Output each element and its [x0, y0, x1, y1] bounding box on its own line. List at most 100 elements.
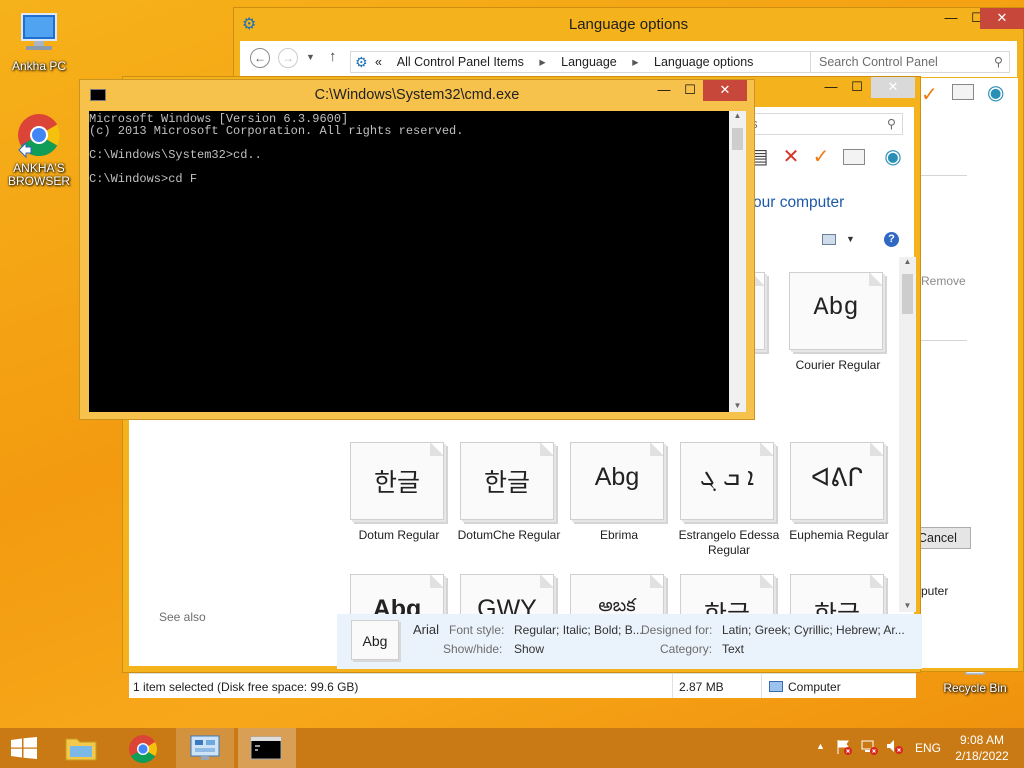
fonts-heading: our computer	[753, 194, 845, 211]
shell-icon[interactable]: ◉	[881, 145, 905, 169]
windows-logo-icon	[11, 737, 37, 759]
action-center-icon[interactable]	[836, 739, 852, 755]
checkmark-icon[interactable]: ✓	[921, 82, 938, 107]
taskbar-cmd[interactable]	[238, 728, 296, 768]
font-row-partial: Abg GWY అబక 한글 한글	[339, 562, 914, 614]
desktop-icon-ankha-pc[interactable]: Ankha PC	[4, 10, 74, 73]
scroll-thumb[interactable]	[902, 274, 913, 314]
font-preview: Abg	[372, 595, 422, 614]
back-icon[interactable]: ←	[250, 48, 270, 68]
chrome-icon	[129, 735, 157, 763]
scroll-down-icon[interactable]: ▼	[899, 601, 916, 610]
font-label: DotumChe Regular	[457, 528, 561, 542]
forward-icon[interactable]: →	[278, 48, 298, 68]
start-button[interactable]	[0, 728, 48, 768]
clock[interactable]: 9:08 AM 2/18/2022	[949, 733, 1015, 763]
font-label: Dotum Regular	[358, 528, 440, 542]
console-output[interactable]: Microsoft Windows [Version 6.3.9600] (c)…	[89, 111, 729, 412]
taskbar-chrome[interactable]	[114, 728, 172, 768]
divider	[761, 674, 762, 698]
font-preview: ᐊᕕᒋ	[810, 464, 864, 492]
taskbar: ▲ ENG 9:08 AM 2/18/2022	[0, 728, 1024, 768]
scroll-thumb[interactable]	[732, 128, 743, 150]
close-button[interactable]: ✕	[703, 80, 747, 101]
properties-icon[interactable]	[952, 84, 974, 100]
volume-icon[interactable]	[886, 739, 904, 755]
network-icon[interactable]	[861, 739, 879, 755]
cmd-window[interactable]: C:\Windows\System32\cmd.exe — ☐ ✕ Micros…	[79, 79, 755, 420]
clock-date: 2/18/2022	[955, 749, 1009, 763]
font-label: Estrangelo Edessa Regular	[678, 528, 780, 557]
checkmark-icon[interactable]: ✓	[809, 145, 833, 169]
show-hidden-icons[interactable]: ▲	[816, 741, 825, 751]
minimize-button[interactable]: —	[652, 80, 676, 101]
font-preview: 한글	[681, 595, 773, 614]
minimize-button[interactable]: —	[819, 77, 843, 98]
status-location: Computer	[788, 680, 841, 694]
font-preview: GWY	[477, 595, 537, 614]
window-titlebar[interactable]: ⚙ Language options — ☐ ✕	[234, 8, 1024, 40]
scroll-up-icon[interactable]: ▲	[729, 111, 746, 120]
scroll-down-icon[interactable]: ▼	[729, 401, 746, 410]
view-icon[interactable]	[822, 234, 836, 245]
font-preview: ܐ ܒ ܓ	[699, 463, 755, 491]
desktop-icon-browser[interactable]: ANKHA'S BROWSER	[4, 112, 74, 188]
category-label: Category:	[660, 642, 713, 656]
maximize-button[interactable]: ☐	[845, 77, 869, 98]
cancel-button[interactable]: Cancel	[915, 527, 971, 549]
divider	[672, 674, 673, 698]
computer-label: puter	[921, 584, 949, 598]
control-panel-icon	[190, 735, 220, 760]
breadcrumb-all-items[interactable]: All Control Panel Items	[397, 55, 524, 69]
clock-time: 9:08 AM	[959, 733, 1005, 747]
right-panel: ✓ ◉ Remove	[921, 78, 1018, 668]
font-preview: 한글	[373, 469, 420, 497]
designed-for-label: Designed for:	[641, 623, 713, 637]
search-input[interactable]: Search Control Panel ⚲	[810, 51, 1010, 73]
chevron-down-icon[interactable]: ▼	[846, 234, 855, 244]
computer-icon	[769, 681, 783, 692]
status-size: 2.87 MB	[679, 680, 724, 694]
maximize-button[interactable]: ☐	[678, 80, 702, 101]
font-label: Ebrima	[599, 528, 638, 542]
font-name: Arial	[413, 622, 440, 637]
font-preview: Abg	[813, 293, 859, 322]
shell-icon[interactable]: ◉	[987, 80, 1004, 105]
font-preview: 한글	[483, 469, 530, 497]
properties-icon[interactable]	[843, 149, 865, 165]
font-preview: Abg	[594, 463, 640, 491]
divider	[921, 340, 967, 341]
breadcrumb-overflow[interactable]: «	[375, 55, 382, 69]
see-also-label: See also	[159, 610, 206, 624]
computer-icon	[16, 10, 62, 56]
details-pane: Abg Arial Font style: Regular; Italic; B…	[337, 614, 922, 669]
control-panel-icon: ⚙	[355, 54, 368, 70]
font-preview: అబక	[598, 595, 636, 614]
font-preview-thumbnail: Abg	[351, 620, 399, 660]
search-placeholder: Search Control Panel	[819, 55, 938, 69]
breadcrumb-language[interactable]: Language	[561, 55, 617, 69]
scroll-up-icon[interactable]: ▲	[899, 257, 916, 266]
help-icon[interactable]: ?	[884, 232, 899, 247]
show-hide-value: Show	[514, 642, 545, 656]
fonts-scrollbar[interactable]: ▲ ▼	[899, 257, 916, 612]
delete-icon[interactable]: ✕	[779, 145, 803, 169]
font-label: Courier Regular	[795, 358, 881, 372]
chrome-icon	[16, 112, 62, 159]
close-button[interactable]: ✕	[980, 8, 1024, 29]
breadcrumb-separator: ▸	[539, 55, 546, 69]
status-bar: 1 item selected (Disk free space: 99.6 G…	[129, 673, 916, 698]
breadcrumb-language-options[interactable]: Language options	[654, 55, 753, 69]
taskbar-control-panel[interactable]	[176, 728, 234, 768]
minimize-button[interactable]: —	[938, 8, 964, 29]
recent-pages-icon[interactable]: ▼	[306, 52, 315, 62]
cmd-icon	[250, 736, 282, 760]
close-button[interactable]: ✕	[871, 77, 915, 98]
cmd-scrollbar[interactable]: ▲ ▼	[729, 111, 746, 412]
status-selection: 1 item selected (Disk free space: 99.6 G…	[133, 680, 359, 694]
desktop-icon-label: Ankha PC	[11, 59, 67, 73]
input-language[interactable]: ENG	[915, 741, 941, 755]
remove-link[interactable]: Remove	[921, 274, 966, 288]
taskbar-file-explorer[interactable]	[52, 728, 110, 768]
up-icon[interactable]: ↑	[329, 48, 337, 65]
